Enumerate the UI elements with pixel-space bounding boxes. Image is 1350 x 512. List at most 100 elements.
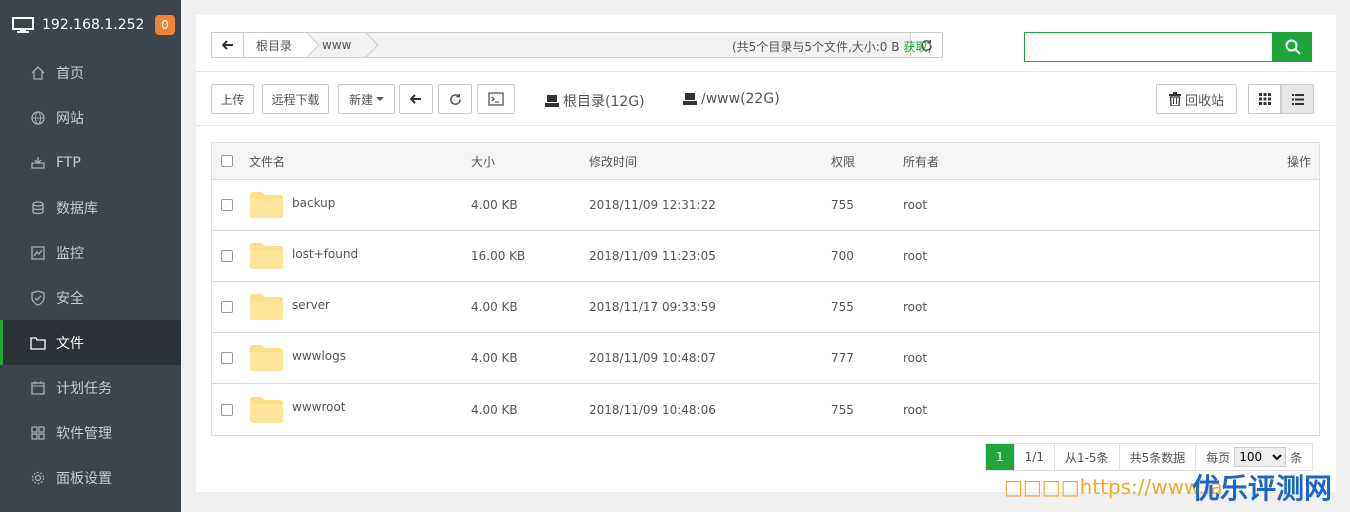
terminal-icon bbox=[488, 92, 504, 106]
trash-icon bbox=[1168, 92, 1181, 106]
hdd-icon bbox=[683, 93, 697, 105]
sidebar-item-label: 数据库 bbox=[56, 200, 98, 217]
file-owner: root bbox=[903, 351, 928, 365]
search-button[interactable] bbox=[1273, 32, 1312, 62]
page-current[interactable]: 1 bbox=[986, 444, 1015, 470]
sidebar-item-settings[interactable]: 面板设置 bbox=[0, 455, 181, 500]
folder-icon bbox=[250, 294, 283, 320]
table-row[interactable]: wwwroot 4.00 KB 2018/11/09 10:48:06 755 … bbox=[212, 384, 1319, 435]
table-row[interactable]: lost+found 16.00 KB 2018/11/09 11:23:05 … bbox=[212, 231, 1319, 282]
sidebar-item-monitor[interactable]: 监控 bbox=[0, 230, 181, 275]
grid-icon bbox=[31, 425, 45, 440]
arrow-left-icon bbox=[410, 94, 421, 104]
folder-icon bbox=[250, 192, 283, 218]
watermark-logo: 优乐评测网 bbox=[1192, 472, 1333, 505]
table-row[interactable]: server 4.00 KB 2018/11/17 09:33:59 755 r… bbox=[212, 282, 1319, 333]
table-row[interactable]: backup 4.00 KB 2018/11/09 12:31:22 755 r… bbox=[212, 180, 1319, 231]
summary-text: (共5个目录与5个文件,大小:0 B bbox=[732, 40, 904, 54]
breadcrumb-root[interactable]: 根目录 bbox=[244, 33, 311, 57]
header-owner: 所有者 bbox=[903, 154, 940, 169]
recycle-bin-button[interactable]: 回收站 bbox=[1156, 84, 1237, 114]
sidebar-item-database[interactable]: 数据库 bbox=[0, 185, 181, 230]
file-name[interactable]: server bbox=[292, 298, 330, 312]
home-icon bbox=[31, 65, 45, 80]
header-permission: 权限 bbox=[831, 154, 856, 169]
terminal-button[interactable] bbox=[477, 84, 515, 114]
file-mtime: 2018/11/09 11:23:05 bbox=[589, 249, 716, 263]
disk-www[interactable]: /www(22G) bbox=[683, 91, 780, 107]
file-name[interactable]: lost+found bbox=[292, 247, 358, 261]
file-permission: 755 bbox=[831, 300, 854, 314]
per-page-select[interactable]: 100 bbox=[1234, 447, 1287, 467]
sidebar-item-label: 首页 bbox=[56, 65, 84, 82]
get-size-link[interactable]: 获取 bbox=[903, 40, 927, 54]
view-toggle bbox=[1248, 84, 1315, 114]
search-input[interactable] bbox=[1024, 32, 1273, 62]
upload-button[interactable]: 上传 bbox=[211, 84, 254, 114]
calendar-icon bbox=[31, 380, 45, 395]
sidebar-item-software[interactable]: 软件管理 bbox=[0, 410, 181, 455]
sidebar-item-ftp[interactable]: FTP bbox=[0, 140, 181, 185]
header-mtime[interactable]: 修改时间 bbox=[589, 153, 637, 170]
list-view-button[interactable] bbox=[1281, 84, 1314, 114]
sidebar-item-files[interactable]: 文件 bbox=[0, 320, 181, 365]
sidebar-item-label: 安全 bbox=[56, 290, 84, 307]
file-size: 4.00 KB bbox=[471, 300, 518, 314]
file-mtime: 2018/11/17 09:33:59 bbox=[589, 300, 716, 314]
grid-view-button[interactable] bbox=[1248, 84, 1281, 114]
header-name[interactable]: 文件名 bbox=[249, 153, 285, 170]
directory-summary: (共5个目录与5个文件,大小:0 B 获取) bbox=[732, 38, 932, 55]
search-icon bbox=[1285, 39, 1301, 55]
sidebar-item-label: 监控 bbox=[56, 245, 84, 262]
list-icon bbox=[1291, 93, 1304, 105]
header-size[interactable]: 大小 bbox=[471, 153, 495, 170]
file-manager-panel: 根目录 www (共5个目录与5个文件,大小:0 B 获取) 上传 远程下载 新… bbox=[196, 15, 1336, 492]
folder-icon bbox=[250, 396, 283, 423]
back-button[interactable] bbox=[399, 84, 433, 114]
file-owner: root bbox=[903, 249, 928, 263]
select-all-checkbox[interactable] bbox=[221, 155, 233, 167]
file-permission: 755 bbox=[831, 402, 854, 417]
refresh-button[interactable] bbox=[438, 84, 472, 114]
row-checkbox[interactable] bbox=[221, 403, 233, 416]
remote-download-button[interactable]: 远程下载 bbox=[262, 84, 329, 114]
divider bbox=[196, 71, 1336, 72]
page-count: 1/1 bbox=[1015, 444, 1055, 470]
monitor-icon bbox=[12, 17, 34, 33]
new-dropdown-button[interactable]: 新建 bbox=[338, 84, 395, 114]
sidebar-item-home[interactable]: 首页 bbox=[0, 50, 181, 95]
sidebar-menu: 首页 网站 FTP 数据库 监控 安全 文件 计划任务 软件管理 面板设置 bbox=[0, 50, 181, 500]
refresh-icon bbox=[449, 93, 461, 105]
disk-root[interactable]: 根目录(12G) bbox=[545, 91, 645, 111]
sidebar-item-label: 文件 bbox=[56, 335, 84, 352]
file-name[interactable]: wwwroot bbox=[292, 400, 346, 414]
message-badge[interactable]: 0 bbox=[155, 15, 175, 35]
sidebar-item-website[interactable]: 网站 bbox=[0, 95, 181, 140]
row-checkbox[interactable] bbox=[221, 301, 233, 313]
file-size: 16.00 KB bbox=[471, 249, 526, 263]
file-owner: root bbox=[903, 198, 928, 212]
table-header: 文件名 大小 修改时间 权限 所有者 操作 bbox=[212, 143, 1319, 180]
sidebar: 192.168.1.252 0 首页 网站 FTP 数据库 监控 安全 文件 计… bbox=[0, 0, 181, 512]
per-page-label: 每页 bbox=[1206, 450, 1231, 465]
folder-icon bbox=[250, 345, 283, 371]
folder-icon bbox=[30, 336, 46, 350]
sidebar-header: 192.168.1.252 0 bbox=[0, 0, 181, 50]
file-permission: 700 bbox=[831, 249, 854, 263]
file-name[interactable]: wwwlogs bbox=[292, 349, 346, 363]
sidebar-item-security[interactable]: 安全 bbox=[0, 275, 181, 320]
file-permission: 777 bbox=[831, 351, 854, 365]
summary-end: ) bbox=[927, 40, 933, 54]
table-row[interactable]: wwwlogs 4.00 KB 2018/11/09 10:48:07 777 … bbox=[212, 333, 1319, 384]
file-name[interactable]: backup bbox=[292, 196, 335, 210]
divider bbox=[196, 125, 1336, 126]
path-back-button[interactable] bbox=[212, 33, 244, 57]
file-owner: root bbox=[903, 300, 928, 314]
database-icon bbox=[32, 200, 44, 214]
row-checkbox[interactable] bbox=[221, 250, 233, 262]
row-checkbox[interactable] bbox=[221, 199, 233, 211]
row-checkbox[interactable] bbox=[221, 352, 233, 364]
sidebar-item-label: FTP bbox=[56, 154, 81, 171]
sidebar-item-cron[interactable]: 计划任务 bbox=[0, 365, 181, 410]
watermark: □□□□https://www.la 优乐评测网 bbox=[1004, 472, 1332, 505]
